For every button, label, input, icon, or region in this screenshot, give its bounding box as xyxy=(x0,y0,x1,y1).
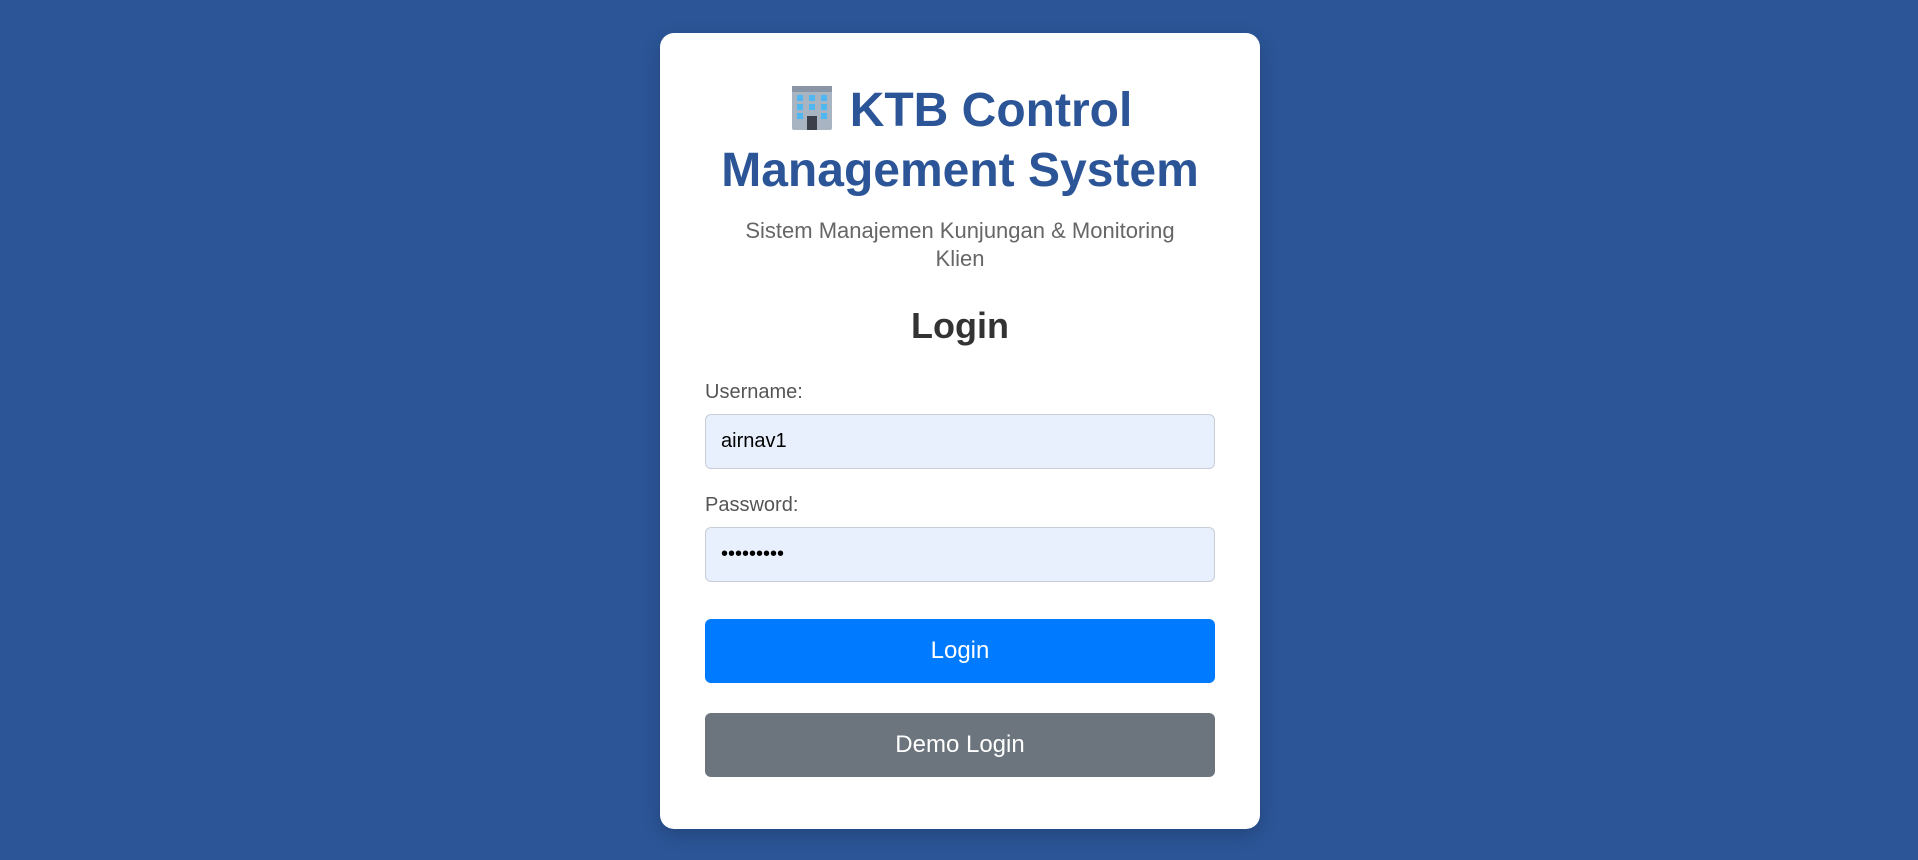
password-group: Password: xyxy=(705,493,1215,582)
login-button[interactable]: Login xyxy=(705,619,1215,683)
username-group: Username: xyxy=(705,380,1215,469)
demo-login-button[interactable]: Demo Login xyxy=(705,713,1215,777)
password-input[interactable] xyxy=(705,527,1215,582)
login-heading: Login xyxy=(911,305,1009,346)
username-label: Username: xyxy=(705,381,803,403)
password-label: Password: xyxy=(705,494,799,516)
page-title: KTB Control Management System xyxy=(705,83,1215,199)
login-form: Username: Password: Login Demo Login xyxy=(705,380,1215,777)
office-building-icon xyxy=(788,84,836,143)
login-card: KTB Control Management System Sistem Man… xyxy=(660,33,1260,829)
page-subtitle: Sistem Manajemen Kunjungan & Monitoring … xyxy=(745,218,1175,271)
username-input[interactable] xyxy=(705,414,1215,469)
